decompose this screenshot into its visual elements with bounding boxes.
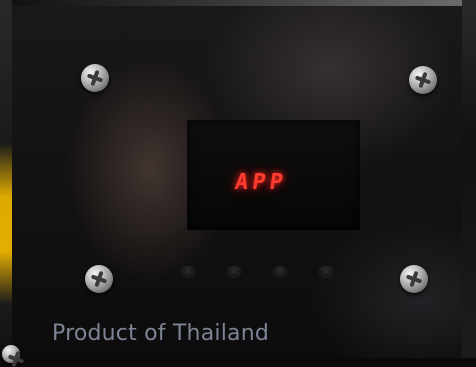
product-origin-label: Product of Thailand <box>52 321 270 346</box>
indicator-led-4 <box>319 266 333 278</box>
top-edge <box>0 0 476 6</box>
screw-top-left-icon <box>81 64 109 92</box>
indicator-led-2 <box>227 266 241 278</box>
right-edge <box>462 0 476 358</box>
left-edge <box>0 0 12 358</box>
screw-bottom-right-icon <box>400 265 428 293</box>
screw-top-right-icon <box>409 66 437 94</box>
screw-bottom-left-icon <box>85 265 113 293</box>
screw-edge-icon <box>2 345 20 363</box>
indicator-led-1 <box>181 266 195 278</box>
led-display-text: APP <box>233 170 289 195</box>
indicator-led-3 <box>273 266 287 278</box>
